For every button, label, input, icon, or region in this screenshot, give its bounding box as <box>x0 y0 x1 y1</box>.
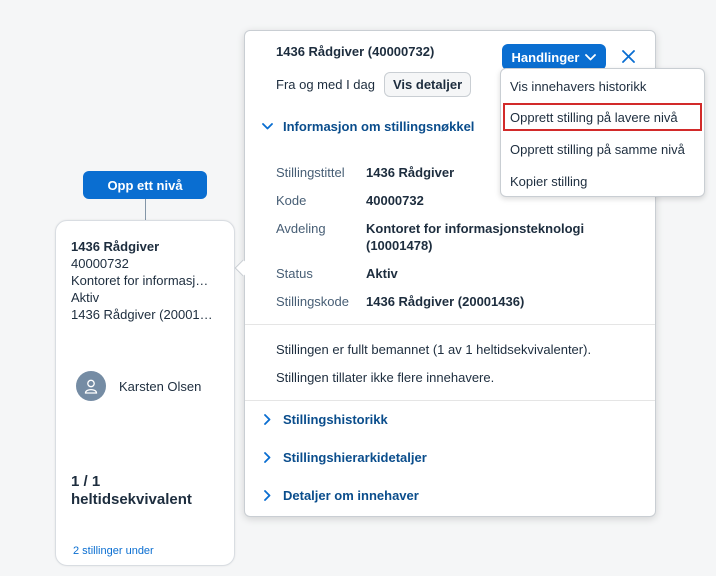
popover-title: 1436 Rådgiver (40000732) <box>276 44 435 59</box>
card-fte: 1 / 1 heltidsekvivalent <box>71 473 192 509</box>
detail-label: Kode <box>276 193 307 208</box>
section-hierarchy-label: Stillingshierarkidetaljer <box>283 450 427 465</box>
staffing-note: Stillingen er fullt bemannet (1 av 1 hel… <box>276 342 592 357</box>
position-card-info: 1436 Rådgiver 40000732 Kontoret for info… <box>71 238 226 323</box>
detail-label: Avdeling <box>276 221 326 236</box>
holders-note: Stillingen tillater ikke flere innehaver… <box>276 370 495 385</box>
detail-value: Kontoret for informasjonsteknologi (1000… <box>366 221 585 253</box>
detail-label: Stillingskode <box>276 294 349 309</box>
detail-row: Stillingskode 1436 Rådgiver (20001436) <box>276 293 626 310</box>
card-code: 40000732 <box>71 256 129 271</box>
position-card[interactable]: 1436 Rådgiver 40000732 Kontoret for info… <box>55 220 235 566</box>
chevron-down-icon <box>261 123 273 130</box>
card-holder[interactable]: Karsten Olsen <box>76 371 201 401</box>
fte-label: heltidsekvivalent <box>71 491 192 508</box>
section-holder-label: Detaljer om innehaver <box>283 488 419 503</box>
section-position-key-label: Informasjon om stillingsnøkkel <box>283 119 475 134</box>
chevron-right-icon <box>263 490 270 501</box>
effective-date-label: Fra og med I dag <box>276 77 375 92</box>
card-status: Aktiv <box>71 290 100 305</box>
section-position-key[interactable]: Informasjon om stillingsnøkkel <box>257 119 474 134</box>
chevron-right-icon <box>263 452 270 463</box>
menu-item-create-same-level[interactable]: Opprett stilling på samme nivå <box>503 135 702 163</box>
detail-value: 1436 Rådgiver (20001436) <box>366 294 525 309</box>
view-details-button[interactable]: Vis detaljer <box>384 72 472 97</box>
menu-item-copy-position[interactable]: Kopier stilling <box>503 167 702 195</box>
close-button[interactable] <box>617 45 639 67</box>
card-department: Kontoret for informasj… <box>71 273 209 288</box>
section-history-label: Stillingshistorikk <box>283 412 388 427</box>
chevron-right-icon <box>263 414 270 425</box>
divider <box>245 324 655 325</box>
detail-label: Stillingstittel <box>276 165 345 180</box>
avatar <box>76 371 106 401</box>
chevron-down-icon <box>585 53 597 60</box>
person-icon <box>84 379 98 394</box>
divider <box>245 400 655 401</box>
menu-item-create-lower-level[interactable]: Opprett stilling på lavere nivå <box>503 103 702 131</box>
menu-item-view-holder-history[interactable]: Vis innehavers historikk <box>503 72 702 100</box>
detail-row: Status Aktiv <box>276 265 626 282</box>
detail-row: Avdeling Kontoret for informasjonsteknol… <box>276 220 626 254</box>
actions-button-label: Handlinger <box>511 49 580 65</box>
up-one-level-button[interactable]: Opp ett nivå <box>83 171 207 199</box>
detail-label: Status <box>276 266 313 281</box>
holder-name: Karsten Olsen <box>119 378 202 394</box>
card-title: 1436 Rådgiver <box>71 239 160 254</box>
section-position-history[interactable]: Stillingshistorikk <box>257 412 388 427</box>
effective-date-row: Fra og med I dag Vis detaljer <box>276 72 472 97</box>
section-position-hierarchy[interactable]: Stillingshierarkidetaljer <box>257 450 427 465</box>
close-icon <box>621 49 635 63</box>
detail-value: Aktiv <box>366 266 398 281</box>
hierarchy-connector <box>145 199 146 220</box>
positions-below-link[interactable]: 2 stillinger under <box>73 545 154 557</box>
actions-button[interactable]: Handlinger <box>502 44 606 70</box>
actions-menu: Vis innehavers historikk Opprett stillin… <box>500 68 705 197</box>
section-holder-details[interactable]: Detaljer om innehaver <box>257 488 419 503</box>
fte-count: 1 / 1 <box>71 473 101 490</box>
card-position-code: 1436 Rådgiver (20001… <box>71 307 213 322</box>
